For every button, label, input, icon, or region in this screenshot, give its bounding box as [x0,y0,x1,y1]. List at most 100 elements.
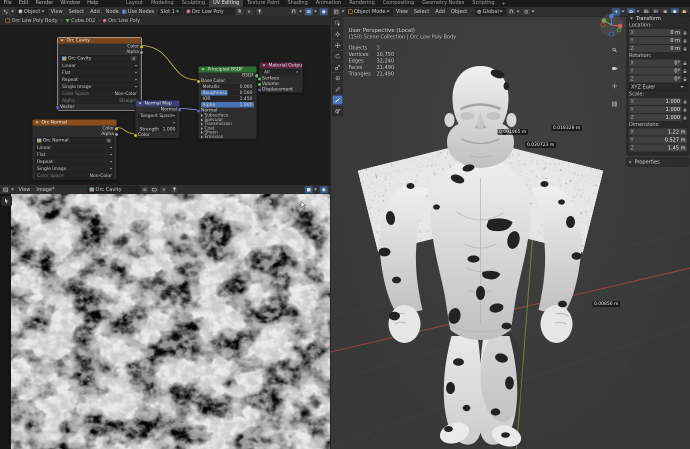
roughness-slider[interactable]: Roughness0.500 [201,90,254,96]
number-field[interactable]: X0 m [629,29,682,36]
node-header[interactable]: Normal Map [136,101,180,107]
tool-tweak-button[interactable] [332,18,343,28]
location-field-row[interactable]: X0 m [629,29,687,37]
orientation-select[interactable]: Global [475,8,506,16]
location-field-row[interactable]: Y0 m [629,37,687,45]
tool-move-button[interactable] [332,40,343,50]
breadcrumb-material[interactable]: Orc Low Poly [102,18,142,24]
slot-select[interactable]: Slot 1 [158,8,182,16]
node-material-output[interactable]: Material Output All Surface Volume Displ… [259,62,303,93]
workspace-tab[interactable]: Modeling [147,0,178,7]
lock-icon[interactable] [683,30,687,35]
color-socket[interactable] [115,127,119,131]
number-field[interactable]: X1.000 [629,98,682,105]
unlink-image-button[interactable]: ✕ [131,56,138,62]
topbar-menu-item[interactable]: Help [84,0,102,7]
node-header[interactable]: Orc Cavity [58,38,142,44]
scale-field-row[interactable]: Z1.000 [629,114,687,122]
proportional-editing-button[interactable] [522,8,531,16]
number-field[interactable]: X0° [629,60,682,67]
scale-field-row[interactable]: X1.000 [629,98,687,106]
alpha-mode-dropdown[interactable]: Alpha Straight [60,98,139,105]
gizmo-x-axis[interactable] [618,24,623,29]
number-field[interactable]: X1.22 m [629,129,687,136]
number-field[interactable]: Z0 m [629,45,682,52]
collapse-icon[interactable] [139,103,142,105]
viewport-3d[interactable]: Object Mode ViewSelectAddObject Global [330,7,690,449]
alpha-slider[interactable]: Alpha1.000 [201,102,254,108]
channels-button[interactable] [305,186,314,194]
uv-image-canvas[interactable] [0,194,330,449]
normal-socket[interactable] [197,109,201,113]
space-dropdown[interactable]: Tangent Space [138,113,177,120]
node-dropdown[interactable]: Linear [60,63,139,70]
tool-annotate-button[interactable] [332,84,343,94]
node-dropdown[interactable]: Single Image [35,166,114,173]
editor-type-button[interactable] [2,8,11,16]
gizmo-negy-axis[interactable] [617,28,621,32]
perspective-toggle-button[interactable] [611,100,619,108]
collapse-icon[interactable] [36,122,39,124]
number-field[interactable]: Y0° [629,68,682,75]
lock-icon[interactable] [683,77,687,82]
dimension-field-row[interactable]: Y0.527 m [629,136,687,144]
collapse-icon[interactable] [263,65,266,67]
number-field[interactable]: Y0 m [629,37,682,44]
node-orc-normal[interactable]: Orc Normal Color Alpha Orc Normal ✕ Line… [32,119,117,180]
rotation-field-row[interactable]: Z0° [629,75,687,83]
lock-icon[interactable] [683,46,687,51]
pin-button[interactable] [170,186,179,194]
color-space-dropdown[interactable]: Color Space Non-Color [60,91,139,98]
shader-type-select[interactable]: Object [17,8,48,16]
workspace-tab[interactable]: Sculpting [178,0,209,7]
scale-field-row[interactable]: Y1.000 [629,106,687,114]
breadcrumb-object[interactable]: Orc Low Poly Body [4,18,59,24]
shader-editor-menu-item[interactable]: Node [103,9,122,15]
tool-scale-button[interactable] [332,62,343,72]
editor-type-button[interactable] [332,8,341,16]
topbar-menu-item[interactable]: Render [32,0,57,7]
number-field[interactable]: Y0.527 m [629,137,687,144]
uvmap-dropdown[interactable] [138,120,177,127]
alpha-socket[interactable] [140,51,144,55]
tool-transform-button[interactable] [332,73,343,83]
workspace-tab[interactable]: Rendering [345,0,379,7]
lock-icon[interactable] [683,107,687,112]
strength-slider[interactable]: Strength 1.000 [138,127,177,133]
image-datablock[interactable]: Orc Normal ✕ [35,137,114,144]
color-socket[interactable] [140,45,144,49]
editor-type-button[interactable] [2,186,11,194]
node-section[interactable]: Emission [201,135,254,139]
lock-icon[interactable] [683,61,687,66]
vector-socket[interactable] [56,106,60,110]
number-field[interactable]: Z1.45 m [629,145,687,152]
gizmo-negx-axis[interactable] [601,23,605,27]
lock-icon[interactable] [683,99,687,104]
tool-add-cube-button[interactable] [332,106,343,116]
gizmo-negz-axis[interactable] [610,32,614,36]
rotation-field-row[interactable]: X0° [629,59,687,67]
overlays-button[interactable] [305,8,314,16]
navigation-gizmo[interactable] [599,12,625,38]
lock-icon[interactable] [683,38,687,43]
alpha-socket[interactable] [115,133,119,137]
display-button[interactable] [320,186,329,194]
ior-slider[interactable]: IOR1.450 [201,96,254,102]
node-header[interactable]: Orc Normal [33,120,117,126]
number-field[interactable]: Y1.000 [629,106,682,113]
camera-view-button[interactable] [611,64,619,72]
snapping-button[interactable] [290,8,299,16]
viewport-menu-item[interactable]: Select [411,9,432,15]
location-field-row[interactable]: Z0 m [629,45,687,53]
node-dropdown[interactable]: Linear [35,145,114,152]
image-editor-menu-item[interactable]: Image* [33,187,57,193]
breadcrumb-mesh[interactable]: Cube.002 [64,18,97,24]
node-orc-cavity[interactable]: Orc Cavity Color Alpha Orc Cavity ✕ Line… [57,37,142,111]
color-space-dropdown[interactable]: Color Space Non-Color [35,173,114,180]
viewport-menu-item[interactable]: View [393,9,411,15]
number-field[interactable]: Z1.000 [629,114,682,121]
transform-panel-header[interactable]: Transform [629,15,687,22]
workspace-tab[interactable]: Shading [283,0,311,7]
displacement-socket[interactable] [258,88,262,92]
use-nodes-checkbox[interactable]: ✓ [122,9,127,14]
